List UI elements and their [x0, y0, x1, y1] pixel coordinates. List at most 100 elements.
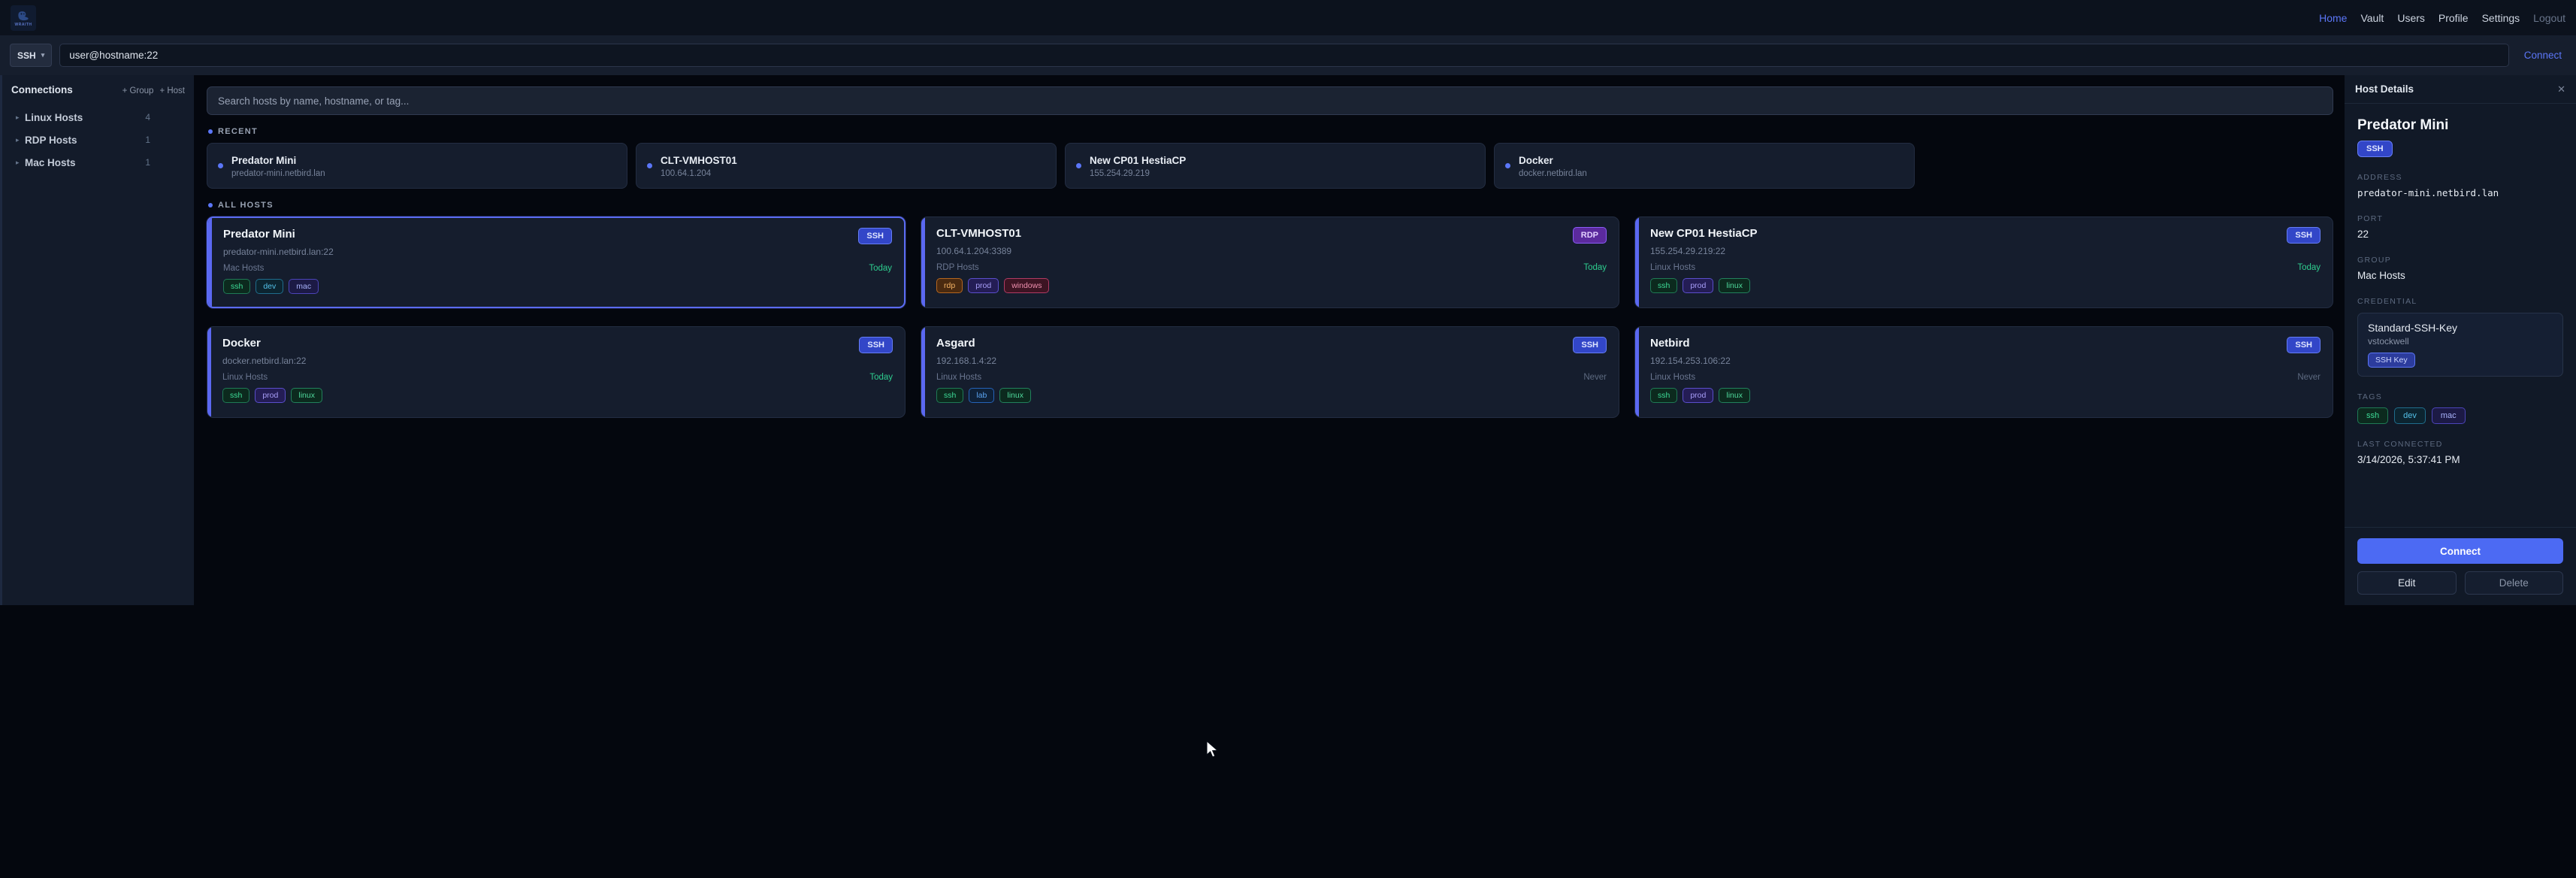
credential-card[interactable]: Standard-SSH-Key vstockwell SSH Key — [2357, 313, 2563, 377]
host-name: Asgard — [936, 337, 975, 350]
host-group: Linux Hosts — [936, 373, 981, 382]
group-name: Linux Hosts — [25, 112, 83, 123]
host-card-top: NetbirdSSH — [1650, 337, 2321, 353]
top-bar: WRAITH Home Vault Users Profile Settings Logo… — [0, 0, 2576, 35]
host-meta: Linux HostsToday — [222, 373, 893, 382]
status-dot-icon — [647, 163, 652, 168]
edit-button[interactable]: Edit — [2357, 571, 2457, 595]
host-group: RDP Hosts — [936, 263, 979, 272]
recent-host-card[interactable]: New CP01 HestiaCP155.254.29.219 — [1065, 143, 1486, 189]
status-dot-icon — [218, 163, 223, 168]
recent-host-hostname: predator-mini.netbird.lan — [231, 169, 325, 178]
tag-dev: dev — [255, 279, 283, 294]
host-last-connected: Today — [1583, 263, 1607, 272]
host-tags: sshprodlinux — [222, 388, 893, 403]
nav-link-profile[interactable]: Profile — [2438, 12, 2469, 24]
status-dot-icon — [1505, 163, 1510, 168]
host-tags: sshprodlinux — [1650, 388, 2321, 403]
protocol-badge: SSH — [2287, 227, 2321, 244]
content-area: Connections + Group + Host ▸Linux Hosts4… — [0, 75, 2576, 605]
recent-host-card[interactable]: CLT-VMHOST01100.64.1.204 — [636, 143, 1057, 189]
recent-host-name: CLT-VMHOST01 — [661, 153, 737, 168]
protocol-select[interactable]: SSH ▾ — [10, 44, 52, 67]
host-card-top: CLT-VMHOST01RDP — [936, 227, 1607, 244]
credential-label: CREDENTIAL — [2357, 297, 2563, 306]
host-card-top: Asgard SSH — [936, 337, 1607, 353]
tag-windows: windows — [1004, 278, 1049, 293]
nav-link-settings[interactable]: Settings — [2482, 12, 2520, 24]
sidebar-group-rdp-hosts[interactable]: ▸RDP Hosts 1 — [11, 129, 185, 151]
host-card[interactable]: AsgardSSH192.168.1.4:22Linux HostsNevers… — [921, 326, 1619, 418]
recent-section-header: RECENT — [208, 127, 2322, 136]
add-group-button[interactable]: + Group — [122, 86, 154, 95]
protocol-select-value: SSH — [17, 50, 36, 61]
all-hosts-section-label: ALL HOSTS — [218, 201, 274, 210]
host-details-title: Host Details — [2355, 83, 2414, 95]
nav-link-users[interactable]: Users — [2397, 12, 2425, 24]
host-card[interactable]: DockerSSHdocker.netbird.lan:22Linux Host… — [207, 326, 906, 418]
tag-linux: linux — [1719, 388, 1750, 403]
tag-prod: prod — [1683, 388, 1713, 403]
group-name: Mac Hosts — [25, 157, 76, 168]
host-tags: rdpprodwindows — [936, 278, 1607, 293]
quick-connect-button[interactable]: Connect — [2524, 50, 2562, 61]
host-card[interactable]: New CP01 HestiaCPSSH155.254.29.219:22Lin… — [1634, 216, 2333, 308]
app-logo[interactable]: WRAITH — [11, 5, 36, 31]
host-meta: Linux HostsNever — [936, 373, 1607, 382]
sidebar-group-linux-hosts[interactable]: ▸Linux Hosts4 — [11, 106, 185, 129]
section-dot-icon — [208, 129, 213, 134]
add-host-button[interactable]: + Host — [159, 86, 185, 95]
host-meta: Linux HostsNever — [1650, 373, 2321, 382]
sidebar-group-mac-hosts[interactable]: ▸Mac Hosts1 — [11, 151, 185, 174]
nav-link-home[interactable]: Home — [2319, 12, 2347, 24]
chevron-right-icon: ▸ — [16, 136, 25, 144]
close-icon[interactable]: ✕ — [2557, 84, 2565, 94]
ghost-icon — [16, 9, 31, 23]
recent-hosts-row: Predator Minipredator-mini.netbird.lan CL… — [207, 143, 2322, 189]
host-name: Netbird — [1650, 337, 1690, 350]
tag-linux: linux — [999, 388, 1031, 403]
tag-prod: prod — [1683, 278, 1713, 293]
credential-user: vstockwell — [2368, 336, 2553, 347]
recent-host-info: New CP01 HestiaCP155.254.29.219 — [1090, 153, 1186, 177]
connect-button[interactable]: Connect — [2357, 538, 2563, 564]
host-hostname: docker.netbird.lan:22 — [222, 356, 893, 366]
group-name: RDP Hosts — [25, 135, 77, 146]
protocol-badge: SSH — [859, 337, 893, 353]
recent-host-card[interactable]: Dockerdocker.netbird.lan — [1494, 143, 1915, 189]
host-details-panel: Host Details ✕ Predator Mini SSH ADDRESS… — [2345, 75, 2576, 605]
nav-link-logout[interactable]: Logout — [2533, 12, 2565, 24]
tag-linux: linux — [1719, 278, 1750, 293]
host-tags: sshlablinux — [936, 388, 1607, 403]
search-input[interactable] — [207, 86, 2333, 115]
protocol-badge: SSH — [1573, 337, 1607, 353]
delete-button[interactable]: Delete — [2465, 571, 2564, 595]
host-hostname: 192.154.253.106:22 — [1650, 356, 2321, 366]
recent-host-hostname: 100.64.1.204 — [661, 169, 737, 178]
main-panel: RECENT Predator Minipredator-mini.netbir… — [194, 75, 2333, 605]
recent-host-name: Docker — [1519, 153, 1587, 168]
connection-input[interactable] — [59, 44, 2508, 67]
host-card[interactable]: NetbirdSSH 192.154.253.106:22 Linux HostsN… — [1634, 326, 2333, 418]
status-dot-icon — [1076, 163, 1081, 168]
nav-link-vault[interactable]: Vault — [2360, 12, 2384, 24]
tag-ssh: ssh — [936, 388, 963, 403]
group-count: 1 — [145, 135, 180, 145]
tag-ssh: ssh — [222, 388, 249, 403]
tag-mac: mac — [289, 279, 319, 294]
recent-host-hostname: 155.254.29.219 — [1090, 169, 1186, 178]
detail-tags: sshdevmac — [2357, 407, 2563, 424]
tags-label: TAGS — [2357, 392, 2563, 401]
credential-type-badge: SSH Key — [2368, 353, 2415, 368]
recent-host-info: Predator Minipredator-mini.netbird.lan — [231, 153, 325, 177]
protocol-badge: SSH — [858, 228, 892, 244]
recent-section-label: RECENT — [218, 127, 258, 136]
host-card[interactable]: Predator MiniSSHpredator-mini.netbird.la… — [207, 216, 906, 308]
recent-host-info: Dockerdocker.netbird.lan — [1519, 153, 1587, 177]
recent-host-info: CLT-VMHOST01100.64.1.204 — [661, 153, 737, 177]
host-group: Linux Hosts — [222, 373, 268, 382]
recent-host-card[interactable]: Predator Minipredator-mini.netbird.lan — [207, 143, 627, 189]
host-card[interactable]: CLT-VMHOST01RDP100.64.1.204:3389RDP Host… — [921, 216, 1619, 308]
host-name: New CP01 HestiaCP — [1650, 227, 1758, 240]
host-card-top: Predator MiniSSH — [223, 228, 892, 244]
